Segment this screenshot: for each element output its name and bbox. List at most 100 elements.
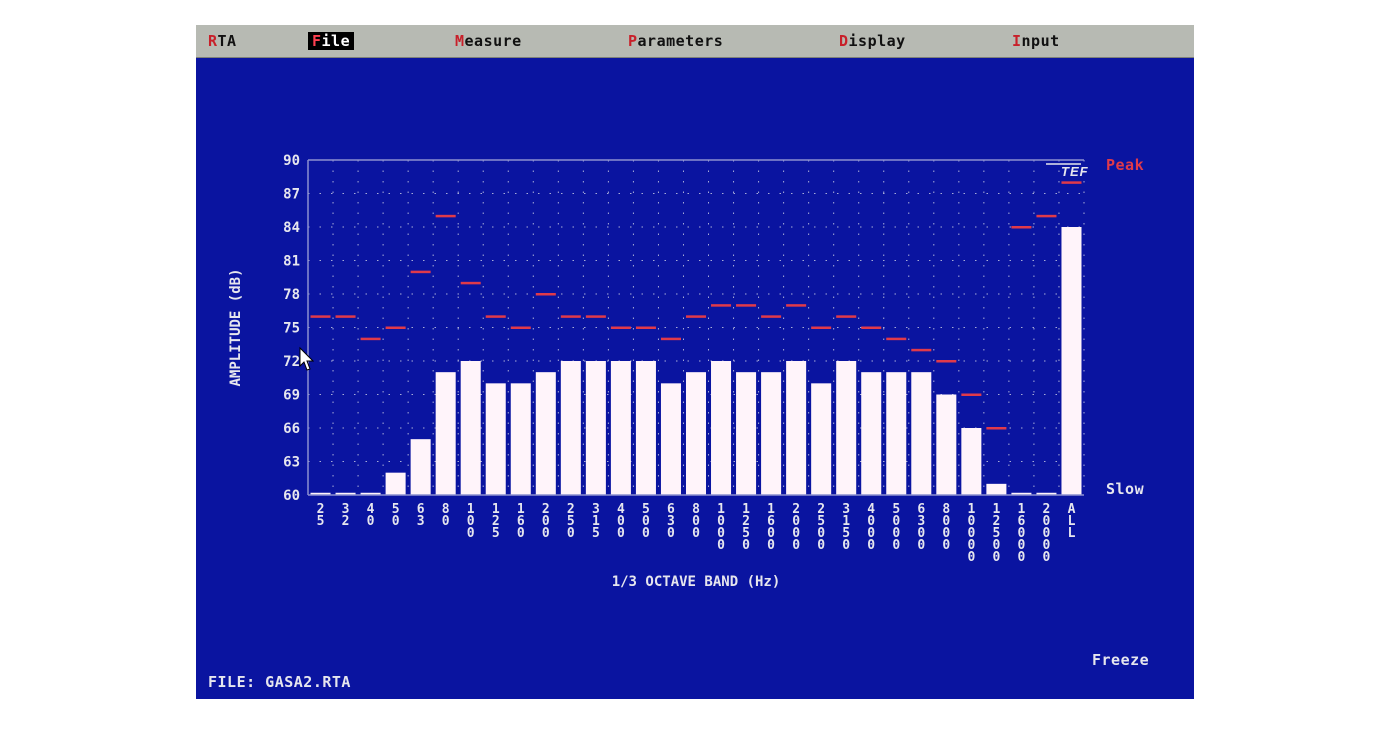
- bar-2500: [811, 383, 832, 495]
- peak-marker-125: [485, 315, 506, 318]
- peak-marker-25: [310, 315, 331, 318]
- peak-marker-40: [360, 337, 381, 341]
- y-tick-label: 69: [283, 388, 300, 404]
- menu-file-hotkey: F: [312, 32, 322, 50]
- peak-marker-2000: [786, 304, 807, 307]
- peak-legend-label: Peak: [1106, 156, 1145, 174]
- x-tick-label-100: 100: [467, 502, 475, 541]
- peak-marker-20000: [1036, 214, 1057, 218]
- bar-1250: [736, 372, 757, 495]
- x-tick-label-800: 800: [692, 502, 700, 541]
- menu-display-hotkey: D: [839, 32, 849, 50]
- bar-5000: [886, 372, 907, 495]
- bar-800: [685, 372, 707, 495]
- bar-4000: [861, 372, 882, 495]
- peak-marker-2500: [811, 326, 832, 329]
- menu-file[interactable]: File: [308, 32, 355, 50]
- x-tick-label-63: 63: [417, 502, 425, 529]
- tef-logo: TEF: [1046, 163, 1088, 179]
- peak-marker-10000: [961, 393, 982, 396]
- y-tick-label: 63: [283, 455, 300, 471]
- x-tick-label-40: 40: [367, 502, 375, 529]
- y-tick-label: 60: [283, 488, 300, 504]
- x-tick-label-5000: 5000: [892, 502, 900, 553]
- peak-marker-16000: [1011, 226, 1032, 229]
- bar-ALL: [1061, 227, 1082, 495]
- y-tick-label: 66: [283, 421, 300, 437]
- y-tick-label: 84: [283, 220, 300, 236]
- bar-125: [485, 383, 506, 495]
- bar-500: [635, 361, 656, 495]
- peak-marker-400: [610, 326, 631, 329]
- menu-rta-hotkey: R: [208, 32, 218, 50]
- peak-marker-80: [435, 214, 456, 218]
- y-tick-label: 87: [283, 187, 300, 203]
- x-tick-label-10000: 10000: [967, 502, 975, 565]
- menu-measure[interactable]: Measure: [455, 32, 522, 50]
- peak-marker-1250: [736, 304, 757, 307]
- peak-marker-50: [385, 326, 406, 329]
- bar-200: [535, 372, 556, 495]
- bar-80: [435, 372, 456, 495]
- peak-marker-500: [635, 326, 656, 329]
- menu-parameters-label: arameters: [637, 32, 724, 50]
- menu-measure-label: easure: [464, 32, 522, 50]
- peak-marker-630: [660, 337, 681, 341]
- bar-250: [560, 361, 581, 495]
- bar-63: [410, 439, 431, 495]
- y-tick-label: 90: [283, 153, 300, 169]
- freeze-status[interactable]: Freeze: [1092, 651, 1149, 669]
- y-tick-label: 78: [283, 287, 300, 303]
- x-tick-label-12500: 12500: [992, 502, 1000, 565]
- peak-marker-4000: [861, 326, 882, 329]
- x-tick-label-160: 160: [517, 502, 525, 541]
- peak-marker-63: [410, 270, 431, 274]
- peak-marker-1000: [711, 304, 732, 307]
- bar-12500: [986, 483, 1007, 495]
- x-tick-label-2500: 2500: [817, 502, 825, 553]
- peak-marker-1600: [761, 315, 782, 318]
- bar-10000: [961, 428, 982, 495]
- peak-marker-12500: [986, 427, 1007, 430]
- menu-measure-hotkey: M: [455, 32, 465, 50]
- bar-50: [385, 472, 406, 495]
- peak-marker-ALL: [1061, 181, 1082, 184]
- x-tick-label-500: 500: [642, 502, 650, 541]
- x-tick-label-ALL: ALL: [1068, 502, 1076, 541]
- bar-400: [610, 361, 631, 495]
- peak-marker-800: [685, 315, 707, 318]
- x-axis-title: 1/3 OCTAVE BAND (Hz): [612, 574, 781, 590]
- menu-rta-label: TA: [217, 32, 237, 50]
- x-tick-label-50: 50: [392, 502, 400, 529]
- bar-100: [460, 361, 481, 495]
- x-tick-label-250: 250: [567, 502, 575, 541]
- mouse-cursor-icon: [299, 346, 315, 371]
- x-tick-label-20000: 20000: [1043, 502, 1051, 565]
- peak-marker-100: [460, 281, 481, 285]
- x-tick-label-400: 400: [617, 502, 625, 541]
- menu-rta[interactable]: RTA: [208, 32, 237, 50]
- bar-315: [585, 361, 606, 495]
- y-tick-label: 72: [283, 354, 300, 370]
- bar-8000: [936, 394, 957, 495]
- slow-bars: [310, 227, 1082, 495]
- menu-display[interactable]: Display: [839, 32, 906, 50]
- bar-160: [510, 383, 531, 495]
- x-tick-label-80: 80: [442, 502, 450, 529]
- menu-parameters[interactable]: Parameters: [628, 32, 723, 50]
- y-axis-title: AMPLITUDE (dB): [228, 268, 244, 386]
- peak-marker-200: [535, 293, 556, 296]
- x-tick-label-200: 200: [542, 502, 550, 541]
- peak-marker-250: [560, 315, 581, 318]
- x-tick-label-1600: 1600: [767, 502, 775, 553]
- x-tick-label-315: 315: [592, 502, 600, 541]
- peak-marker-315: [585, 315, 606, 318]
- menu-file-label: ile: [321, 32, 351, 50]
- rta-window: RTA File Measure Parameters Display Input 90 8…: [196, 25, 1194, 699]
- x-tick-label-8000: 8000: [942, 502, 950, 553]
- bar-2000: [786, 361, 807, 495]
- menu-input[interactable]: Input: [1012, 32, 1060, 50]
- peak-marker-32: [335, 315, 356, 318]
- bar-1000: [711, 361, 732, 495]
- bar-1600: [761, 372, 782, 495]
